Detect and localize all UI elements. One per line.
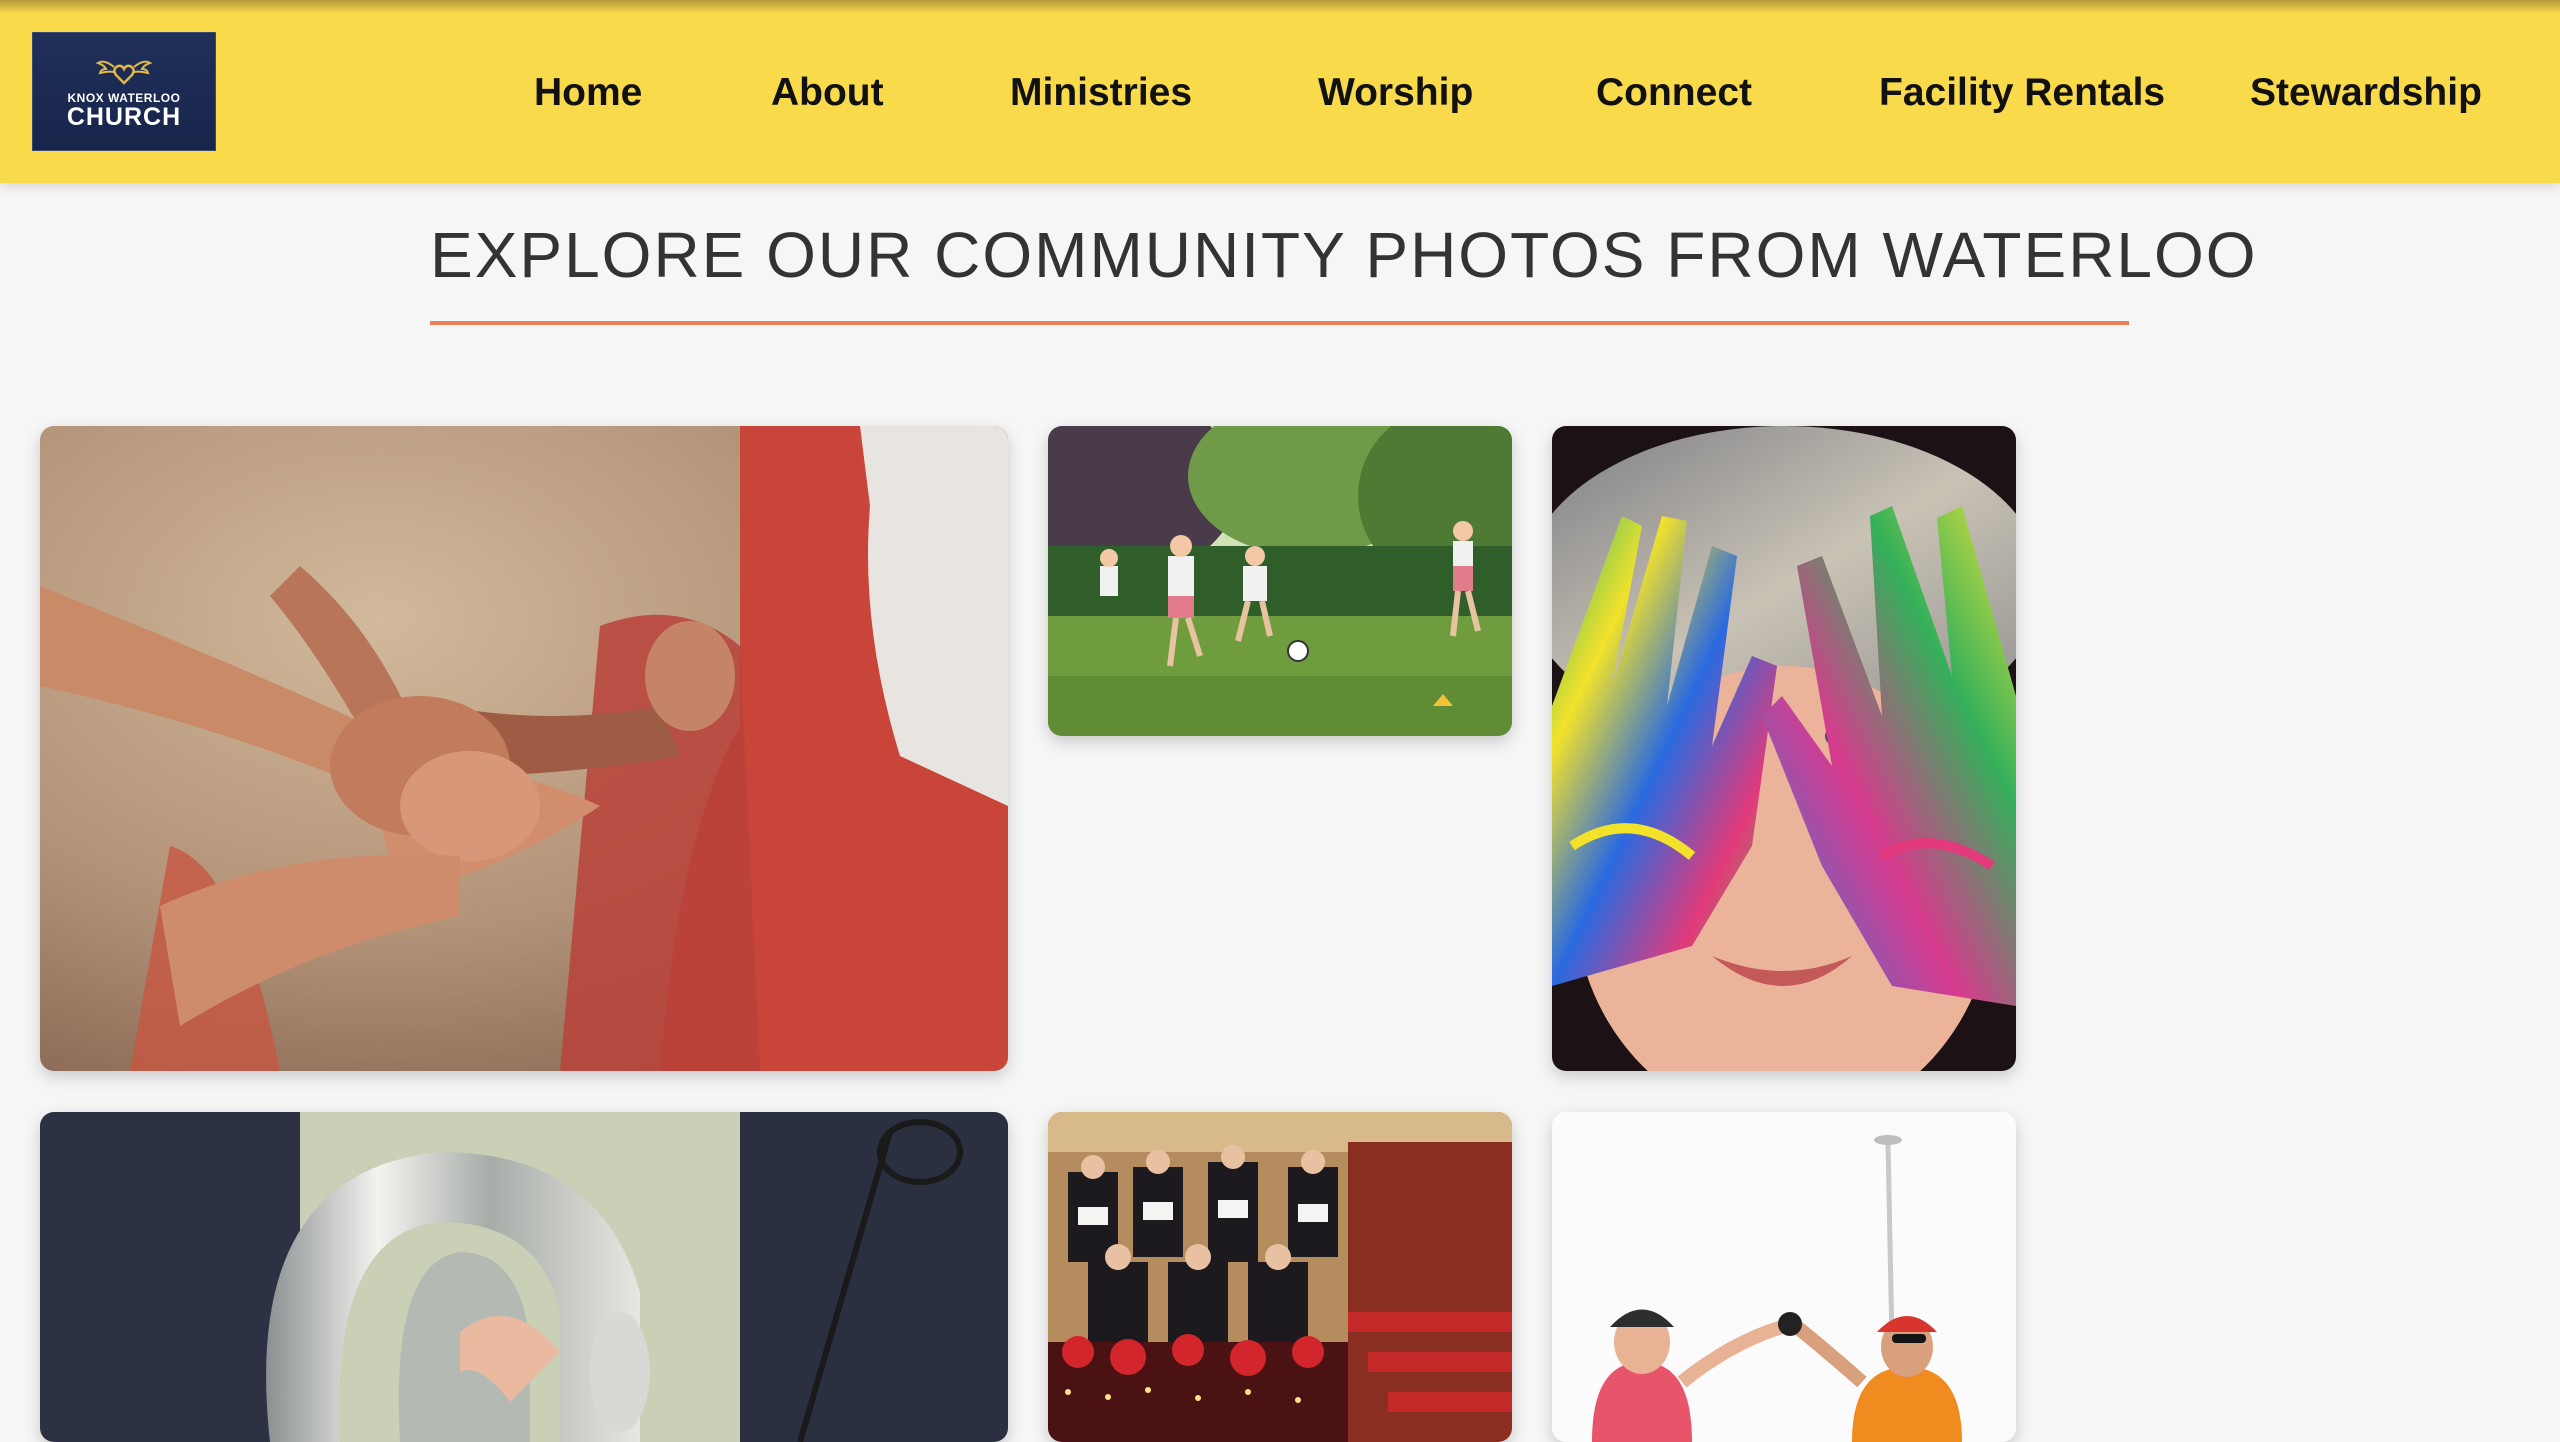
brass-instrument-photo	[40, 1112, 1008, 1442]
nav-ministries[interactable]: Ministries	[1010, 68, 1192, 118]
church-logo[interactable]: KNOX WATERLOO CHURCH	[32, 32, 216, 151]
nav-home[interactable]: Home	[534, 68, 642, 118]
logo-title: CHURCH	[66, 103, 182, 131]
nav-worship[interactable]: Worship	[1318, 68, 1473, 118]
gallery-photo-soccer[interactable]	[1048, 426, 1512, 736]
team-hands-huddle-photo	[40, 426, 1008, 1071]
winged-heart-icon	[96, 60, 152, 85]
gallery-photo-hands[interactable]	[40, 426, 1008, 1071]
gallery-photo-cyclists[interactable]	[1552, 1112, 2016, 1442]
nav-about[interactable]: About	[771, 68, 884, 118]
kids-playing-soccer-photo	[1048, 426, 1512, 736]
nav-connect[interactable]: Connect	[1596, 68, 1752, 118]
cyclists-celebrating-photo	[1552, 1112, 2016, 1442]
site-header: KNOX WATERLOO CHURCH Home About Ministri…	[0, 0, 2560, 183]
title-underline	[430, 321, 2129, 325]
gallery-photo-painted-hands[interactable]	[1552, 426, 2016, 1071]
page-title: EXPLORE OUR COMMUNITY PHOTOS FROM WATERL…	[430, 219, 2258, 291]
nav-stewardship[interactable]: Stewardship	[2250, 68, 2482, 118]
nav-facility-rentals[interactable]: Facility Rentals	[1879, 68, 2165, 118]
gallery-photo-choir[interactable]	[1048, 1112, 1512, 1442]
child-painted-hands-photo	[1552, 426, 2016, 1071]
gallery-photo-brass[interactable]	[40, 1112, 1008, 1442]
church-choir-photo	[1048, 1112, 1512, 1442]
